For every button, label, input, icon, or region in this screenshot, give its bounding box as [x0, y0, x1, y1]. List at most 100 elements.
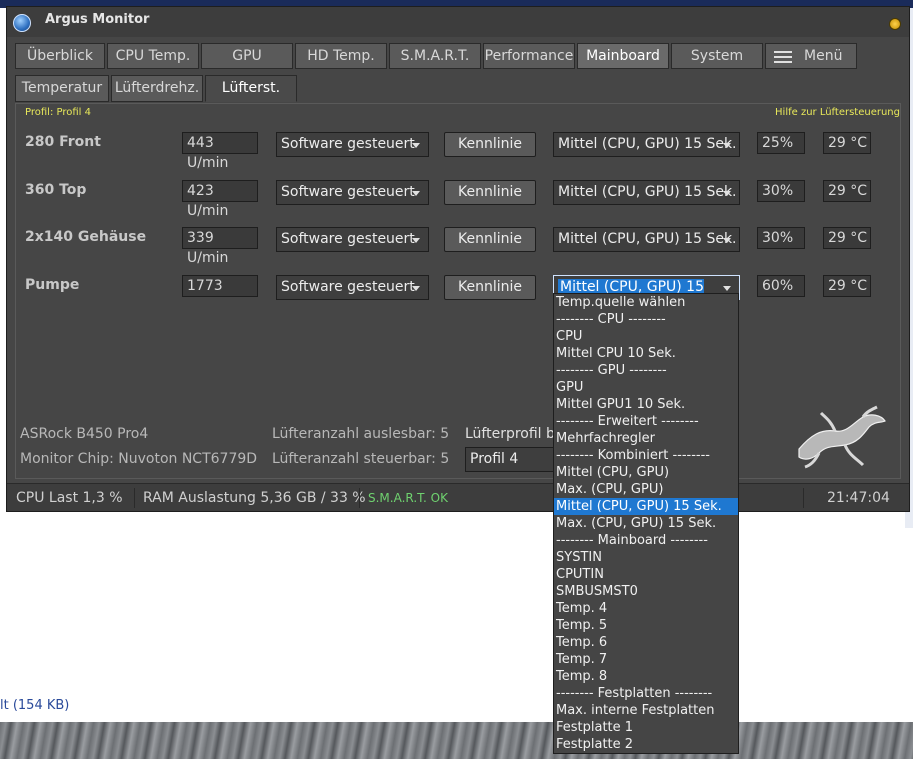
dropdown-option[interactable]: -------- Kombiniert --------: [554, 447, 738, 464]
fan-percent-readout: 30%: [757, 227, 805, 249]
tab-gpu[interactable]: GPU: [201, 43, 293, 69]
dropdown-option[interactable]: Mittel CPU 10 Sek.: [554, 345, 738, 362]
mainboard-name: ASRock B450 Pro4: [20, 426, 149, 442]
fan-control-panel: Profil: Profil 4 Hilfe zur Lüftersteueru…: [15, 103, 901, 479]
status-bar: CPU Last 1,3 % RAM Auslastung 5,36 GB / …: [7, 483, 909, 511]
dropdown-option[interactable]: Temp. 6: [554, 634, 738, 651]
monitor-chip: Monitor Chip: Nuvoton NCT6779D: [20, 451, 258, 467]
fan-mode-value: Software gesteuert: [281, 136, 415, 152]
dropdown-option[interactable]: -------- Mainboard --------: [554, 532, 738, 549]
active-profile-label: Profil: Profil 4: [25, 107, 91, 118]
dropdown-option[interactable]: -------- Erweitert --------: [554, 413, 738, 430]
dropdown-option[interactable]: Max. interne Festplatten: [554, 702, 738, 719]
dropdown-option[interactable]: Mittel GPU1 10 Sek.: [554, 396, 738, 413]
tab-cpu-temp[interactable]: CPU Temp.: [107, 43, 199, 69]
fan-name: 360 Top: [25, 182, 87, 198]
fan-temp-readout: 29 °C: [823, 275, 871, 297]
kennlinie-button[interactable]: Kennlinie: [444, 227, 536, 252]
dropdown-option[interactable]: Temp. 5: [554, 617, 738, 634]
fan-row: Pumpe 1773 Software gesteuert Kennlinie …: [16, 275, 902, 317]
dropdown-option[interactable]: SMBUSMST0: [554, 583, 738, 600]
dropdown-option[interactable]: SYSTIN: [554, 549, 738, 566]
fan-profile-value: Profil 4: [470, 451, 519, 467]
dropdown-option[interactable]: Mittel (CPU, GPU) 15 Sek.: [554, 498, 738, 515]
dropdown-option[interactable]: -------- Festplatten --------: [554, 685, 738, 702]
dropdown-option[interactable]: Mittel (CPU, GPU): [554, 464, 738, 481]
smart-status: S.M.A.R.T. OK: [368, 491, 448, 505]
window-title: Argus Monitor: [45, 12, 150, 27]
temp-source-select[interactable]: Mittel (CPU, GPU) 15 Sek.: [553, 180, 740, 205]
dropdown-option[interactable]: -------- GPU --------: [554, 362, 738, 379]
dropdown-option[interactable]: GPU: [554, 379, 738, 396]
chevron-down-icon: [412, 238, 420, 243]
fan-temp-readout: 29 °C: [823, 227, 871, 249]
tab-hd-temp[interactable]: HD Temp.: [295, 43, 387, 69]
dropdown-option[interactable]: CPU: [554, 328, 738, 345]
title-bar[interactable]: Argus Monitor: [7, 7, 909, 37]
dropdown-option[interactable]: CPUTIN: [554, 566, 738, 583]
fan-speed-readout: 339 U/min: [182, 227, 258, 266]
fan-mode-select[interactable]: Software gesteuert: [276, 275, 429, 300]
dropdown-option[interactable]: Festplatte 1: [554, 719, 738, 736]
dropdown-option[interactable]: Max. (CPU, GPU): [554, 481, 738, 498]
dropdown-option[interactable]: Temp. 4: [554, 600, 738, 617]
status-separator: [134, 488, 135, 508]
temp-source-dropdown-list[interactable]: Temp.quelle wählen -------- CPU -------- C…: [553, 293, 739, 754]
subtab-luefterdrehzahl[interactable]: Lüfterdrehz.: [111, 75, 203, 102]
kennlinie-button[interactable]: Kennlinie: [444, 275, 536, 300]
subtab-temperatur[interactable]: Temperatur: [15, 75, 109, 102]
fan-temp-readout: 29 °C: [823, 132, 871, 154]
kennlinie-button[interactable]: Kennlinie: [444, 132, 536, 157]
fan-percent-readout: 60%: [757, 275, 805, 297]
fan-name: 2x140 Gehäuse: [25, 229, 147, 245]
tab-menu[interactable]: Menü: [765, 43, 857, 69]
temp-source-value: Mittel (CPU, GPU) 15 Sek.: [558, 231, 737, 247]
chevron-down-icon: [723, 191, 731, 196]
fan-speed-readout: 423 U/min: [182, 180, 258, 219]
dropdown-option[interactable]: -------- CPU --------: [554, 311, 738, 328]
chevron-down-icon: [412, 286, 420, 291]
close-icon[interactable]: [889, 18, 901, 30]
temp-source-select[interactable]: Mittel (CPU, GPU) 15 Sek.: [553, 227, 740, 252]
temp-source-value: Mittel (CPU, GPU) 15 Sek.: [558, 184, 737, 200]
tab-smart[interactable]: S.M.A.R.T.: [389, 43, 481, 69]
tab-menu-label: Menü: [804, 48, 843, 64]
main-tab-bar: Überblick CPU Temp. GPU HD Temp. S.M.A.R…: [7, 41, 909, 71]
chevron-down-icon: [723, 238, 731, 243]
dropdown-option[interactable]: Temp. 7: [554, 651, 738, 668]
fan-row: 360 Top 423 U/min Software gesteuert Ken…: [16, 180, 902, 219]
argus-lizard-logo-icon: [798, 405, 886, 469]
background-file-caption: lt (154 KB): [0, 698, 70, 713]
tab-performance[interactable]: Performance: [483, 43, 575, 69]
dropdown-option[interactable]: Mehrfachregler: [554, 430, 738, 447]
dropdown-option[interactable]: Max. (CPU, GPU) 15 Sek.: [554, 515, 738, 532]
temp-source-value: Mittel (CPU, GPU) 15 Sek.: [558, 136, 737, 152]
fan-speed-readout: 443 U/min: [182, 132, 258, 171]
fan-profile-select[interactable]: Profil 4: [465, 447, 565, 472]
fan-row: 280 Front 443 U/min Software gesteuert K…: [16, 132, 902, 171]
subtab-luftersteuerung[interactable]: Lüfterst.: [205, 75, 297, 102]
argus-monitor-window: Argus Monitor Überblick CPU Temp. GPU HD…: [6, 6, 910, 512]
tab-system[interactable]: System: [671, 43, 763, 69]
temp-source-select[interactable]: Mittel (CPU, GPU) 15 Sek.: [553, 132, 740, 157]
fan-name: 280 Front: [25, 134, 101, 150]
fan-control-help-link[interactable]: Hilfe zur Lüftersteuerung: [775, 107, 900, 118]
fans-readable-count: Lüfteranzahl auslesbar: 5: [272, 426, 450, 442]
fan-mode-select[interactable]: Software gesteuert: [276, 227, 429, 252]
hamburger-menu-icon: [774, 51, 792, 63]
sub-tab-bar: Temperatur Lüfterdrehz. Lüfterst.: [7, 73, 909, 103]
fan-mode-select[interactable]: Software gesteuert: [276, 180, 429, 205]
kennlinie-button[interactable]: Kennlinie: [444, 180, 536, 205]
status-separator: [803, 488, 804, 508]
chevron-down-icon: [412, 191, 420, 196]
tab-mainboard[interactable]: Mainboard: [577, 43, 669, 69]
argus-logo-icon: [13, 14, 31, 32]
tab-ueberblick[interactable]: Überblick: [15, 43, 105, 69]
dropdown-option[interactable]: Temp.quelle wählen: [554, 294, 738, 311]
desktop-wallpaper: [0, 722, 913, 759]
fan-speed-readout: 1773: [182, 275, 258, 297]
dropdown-option[interactable]: Temp. 8: [554, 668, 738, 685]
fan-mode-select[interactable]: Software gesteuert: [276, 132, 429, 157]
fan-percent-readout: 30%: [757, 180, 805, 202]
dropdown-option[interactable]: Festplatte 2: [554, 736, 738, 753]
